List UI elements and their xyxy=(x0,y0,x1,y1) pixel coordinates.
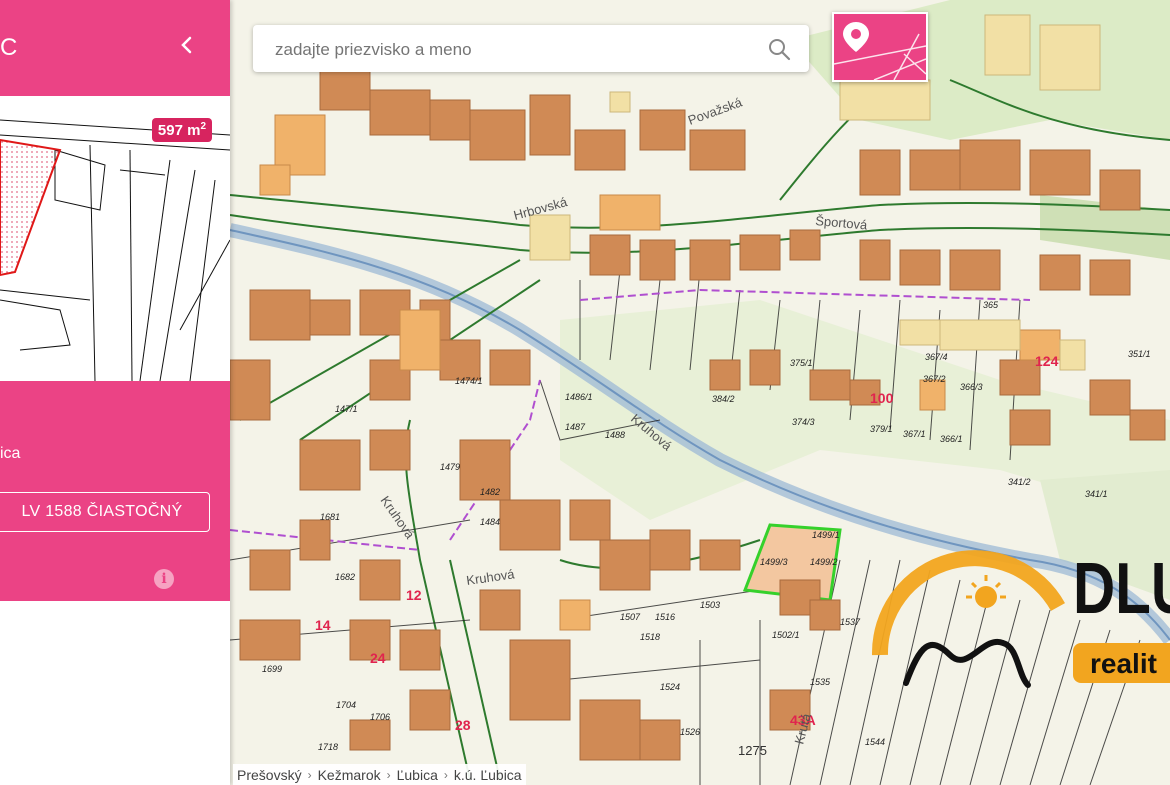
map-pin-icon xyxy=(834,22,926,80)
svg-text:1474/1: 1474/1 xyxy=(455,376,483,386)
breadcrumb-separator: › xyxy=(386,767,391,782)
breadcrumb-municipality[interactable]: Ľubica xyxy=(397,767,438,783)
svg-text:1526: 1526 xyxy=(680,727,700,737)
search-input[interactable] xyxy=(273,25,757,74)
svg-text:147/1: 147/1 xyxy=(335,404,358,414)
sun-icon xyxy=(975,586,997,608)
svg-text:1699: 1699 xyxy=(262,664,282,674)
svg-text:24: 24 xyxy=(370,650,386,666)
parcel-label: 1499/3 xyxy=(760,557,788,567)
svg-text:12: 12 xyxy=(406,587,422,603)
svg-text:1535: 1535 xyxy=(810,677,831,687)
breadcrumb-separator: › xyxy=(307,767,312,782)
svg-text:1706: 1706 xyxy=(370,712,390,722)
svg-text:1502/1: 1502/1 xyxy=(772,630,800,640)
svg-text:124: 124 xyxy=(1035,353,1059,369)
svg-text:379/1: 379/1 xyxy=(870,424,893,434)
building xyxy=(319,69,371,111)
ownership-sheet-button[interactable]: LV 1588 ČIASTOČNÝ xyxy=(0,492,210,532)
svg-text:1524: 1524 xyxy=(660,682,680,692)
parcel-detail-panel: C 597 m2 ica LV 1588 ČIASTOČNÝ i xyxy=(0,0,230,785)
svg-text:1544: 1544 xyxy=(865,737,885,747)
svg-text:1499/1: 1499/1 xyxy=(812,530,840,540)
svg-text:384/2: 384/2 xyxy=(712,394,735,404)
svg-text:366/3: 366/3 xyxy=(960,382,983,392)
sun-arc xyxy=(871,550,1065,656)
svg-text:366/1: 366/1 xyxy=(940,434,963,444)
panel-header: C xyxy=(0,0,230,96)
svg-text:1704: 1704 xyxy=(336,700,356,710)
svg-text:375/1: 375/1 xyxy=(790,358,813,368)
svg-text:1503: 1503 xyxy=(700,600,720,610)
svg-text:14: 14 xyxy=(315,617,331,633)
hills-line xyxy=(903,638,1031,688)
agency-watermark-logo: DLU realit xyxy=(871,549,1170,688)
parcel-info-section: ica LV 1588 ČIASTOČNÝ i xyxy=(0,381,230,601)
svg-text:367/1: 367/1 xyxy=(903,429,926,439)
search-icon[interactable] xyxy=(767,37,791,61)
svg-text:367/2: 367/2 xyxy=(923,374,946,384)
svg-text:1682: 1682 xyxy=(335,572,355,582)
svg-text:1537: 1537 xyxy=(840,617,861,627)
svg-text:1718: 1718 xyxy=(318,742,338,752)
svg-text:1516: 1516 xyxy=(655,612,675,622)
svg-text:28: 28 xyxy=(455,717,471,733)
svg-text:351/1: 351/1 xyxy=(1128,349,1151,359)
municipality-name: ica xyxy=(0,445,21,462)
panel-title: C xyxy=(0,34,18,61)
svg-text:1482: 1482 xyxy=(480,487,500,497)
svg-text:1518: 1518 xyxy=(640,632,660,642)
breadcrumb-district[interactable]: Kežmarok xyxy=(318,767,381,783)
breadcrumb-region[interactable]: Prešovský xyxy=(237,767,302,783)
svg-text:1487: 1487 xyxy=(565,422,586,432)
search-box[interactable] xyxy=(253,25,809,74)
svg-text:100: 100 xyxy=(870,390,894,406)
svg-text:367/4: 367/4 xyxy=(925,352,948,362)
svg-text:1486/1: 1486/1 xyxy=(565,392,593,402)
locate-parcel-button[interactable] xyxy=(832,12,928,82)
svg-text:341/1: 341/1 xyxy=(1085,489,1108,499)
svg-text:1488: 1488 xyxy=(605,430,625,440)
svg-text:1479: 1479 xyxy=(440,462,460,472)
house-number-label: 1275 xyxy=(738,743,767,758)
svg-text:1681: 1681 xyxy=(320,512,340,522)
breadcrumb-cadastral-area[interactable]: k.ú. Ľubica xyxy=(454,767,522,783)
svg-text:1507: 1507 xyxy=(620,612,641,622)
chevron-left-icon[interactable] xyxy=(172,30,202,60)
info-icon[interactable]: i xyxy=(154,569,174,589)
area-badge: 597 m2 xyxy=(151,118,212,142)
watermark-brand: DLU xyxy=(1073,549,1170,629)
watermark-sub: realit xyxy=(1090,648,1157,679)
svg-text:365: 365 xyxy=(983,300,999,310)
svg-text:1484: 1484 xyxy=(480,517,500,527)
svg-text:341/2: 341/2 xyxy=(1008,477,1031,487)
breadcrumb: Prešovský › Kežmarok › Ľubica › k.ú. Ľub… xyxy=(233,764,526,785)
svg-text:1499/2: 1499/2 xyxy=(810,557,838,567)
svg-text:374/3: 374/3 xyxy=(792,417,815,427)
breadcrumb-separator: › xyxy=(443,767,448,782)
